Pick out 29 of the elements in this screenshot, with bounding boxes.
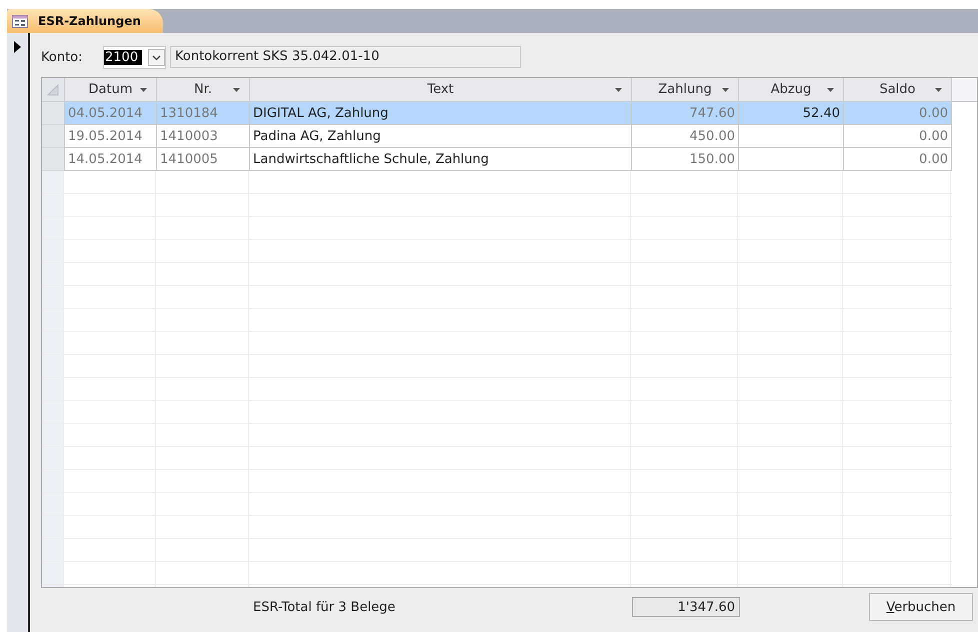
current-record-icon <box>14 41 21 53</box>
sort-filter-icon[interactable] <box>722 88 729 92</box>
column-header[interactable]: Nr. <box>157 78 250 101</box>
column-header[interactable]: Datum <box>65 78 157 101</box>
table-cell: 1410005 <box>157 148 250 171</box>
total-label: ESR-Total für 3 Belege <box>253 600 396 614</box>
total-field: 1'347.60 <box>632 597 740 617</box>
table-row[interactable]: 04.05.2014 1310184 DIGITAL AG, Zahlung 747.60 52.40 0.00 <box>65 102 952 125</box>
table-cell: Landwirtschaftliche Schule, Zahlung <box>250 148 632 171</box>
table-row[interactable]: 14.05.2014 1410005 Landwirtschaftliche Schule, Zahlung 150.00 0.00 <box>65 148 952 171</box>
table-cell: 0.00 <box>844 148 952 171</box>
form-tab[interactable]: ESR-Zahlungen <box>7 9 163 33</box>
dropdown-icon[interactable] <box>148 48 165 66</box>
sort-filter-icon[interactable] <box>140 88 147 92</box>
konto-description-field[interactable]: Kontokorrent SKS 35.042.01-10 <box>170 46 521 68</box>
sort-filter-icon[interactable] <box>935 88 942 92</box>
konto-combo[interactable]: 2100 <box>103 46 166 68</box>
table-cell: 150.00 <box>632 148 739 171</box>
column-header[interactable]: Abzug <box>739 78 844 101</box>
sort-filter-icon[interactable] <box>233 88 240 92</box>
table-cell: 14.05.2014 <box>65 148 157 171</box>
sort-filter-icon[interactable] <box>827 88 834 92</box>
table-row[interactable]: 19.05.2014 1410003 Padina AG, Zahlung 450.00 0.00 <box>65 125 952 148</box>
konto-label: Konto: <box>41 50 84 64</box>
form-icon <box>12 14 28 28</box>
verbuchen-button[interactable]: Verbuchen <box>869 593 973 621</box>
sort-filter-icon[interactable] <box>615 88 622 92</box>
column-header[interactable]: Zahlung <box>632 78 739 101</box>
column-header[interactable]: Text <box>250 78 632 101</box>
